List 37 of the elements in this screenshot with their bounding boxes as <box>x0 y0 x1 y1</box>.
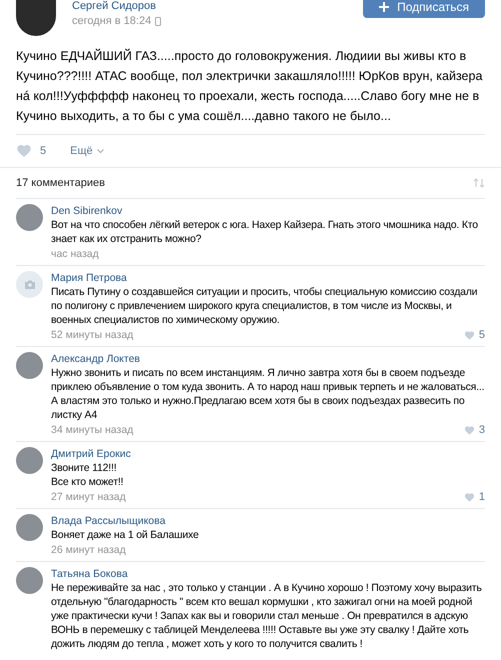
post-time[interactable]: сегодня в 18:24 <box>72 13 152 30</box>
comment-text: Нужно звонить и писать по всем инстанциям. Я лично завтра хотя бы в своем подъезде приклею объявление о том куда звонить. А то народ наш привык терпеть и не жаловаться... А властям это только и нужно.Предлагаю всем хотя бы в своих подъездах развесить по листку А4 <box>51 366 485 422</box>
like-button[interactable]: 3 <box>464 423 485 437</box>
comment-author[interactable]: Влада Рассылыщикова <box>51 514 485 528</box>
comment-text: Воняет даже на 1 ой Балашихе <box>51 528 200 542</box>
heart-icon <box>464 424 475 436</box>
post-text: Кучино ЕДЧАЙШИЙ ГАЗ.....просто до головокружения. Людиии вы живы кто в Кучино???!!!! АТАС вообще, пол электрички закашляло!!!!! ЮрКов врун, кайзера нá кол!!!Ууффффф наконец то проехали, жесть господа.....Славо богу мне не в Кучино выходить, а то бы с ума сошёл....давно такого не было... <box>15 48 484 125</box>
comment-author[interactable]: Татьяна Бокова <box>51 567 485 581</box>
more-button[interactable]: Ещё <box>70 142 104 160</box>
heart-icon <box>464 492 475 502</box>
comment-time[interactable]: 34 минуты назад <box>51 423 134 437</box>
comment-text: Звоните 112!!! Все кто может!! <box>51 461 124 489</box>
comment-author[interactable]: Мария Петрова <box>51 271 485 285</box>
like-button[interactable]: 5 <box>16 142 46 160</box>
comment-time[interactable]: час назад <box>51 247 99 261</box>
heart-icon <box>16 143 32 159</box>
like-button[interactable]: 1 <box>464 490 485 504</box>
phone-icon <box>155 16 162 26</box>
comment-time[interactable]: 27 минут назад <box>51 490 126 504</box>
comment-author[interactable]: Den Sibirenkov <box>51 204 485 218</box>
comment-time[interactable]: 52 минуты назад <box>51 328 134 342</box>
comment-author[interactable]: Дмитрий Ерокис <box>51 447 485 461</box>
comment-text: Не переживайте за нас , это только у станции . А в Кучино хорошо ! Поэтому хочу выразить отдельную "благодарность " всем кто вешал кормушки , кто зажигал огни на моей родной уже практически кучи ! Запах как вы и говорили стал меньше . Он превратился в адскую ВОНЬ в перемешку с таблицей Менделеева !!!!! Оставьте вы уже эту свалку ! Дайте хоть дожить людям до тепла , может хоть у кого то получится свалить ! <box>51 581 483 651</box>
like-button[interactable]: 5 <box>464 328 485 342</box>
camera-icon <box>24 280 36 289</box>
comment-time[interactable]: 26 минут назад <box>51 543 126 557</box>
chevron-down-icon <box>96 148 104 154</box>
comment-author[interactable]: Александр Локтев <box>51 352 485 366</box>
author-name[interactable]: Сергей Сидоров <box>72 0 162 13</box>
comments-count: 17 комментариев <box>16 176 105 191</box>
subscribe-button[interactable]: Подписаться <box>363 0 485 18</box>
comment-text: Писать Путину о создавшейся ситуации и просить, чтобы специальную комиссию создали по полигону с привлечением широкого круга специалистов, в том числе из Москвы, и военных специалистов по химическому оружию. <box>51 285 478 327</box>
comment-text: Вот на что способен лёгкий ветерок с юга. Нахер Кайзера. Гнать этого чмошника надо. Кто знает как их отстранить можно? <box>51 218 479 246</box>
heart-icon <box>464 330 475 340</box>
plus-icon <box>379 2 390 12</box>
avatar-photo[interactable] <box>16 0 56 36</box>
avatar-placeholder[interactable] <box>16 271 43 298</box>
